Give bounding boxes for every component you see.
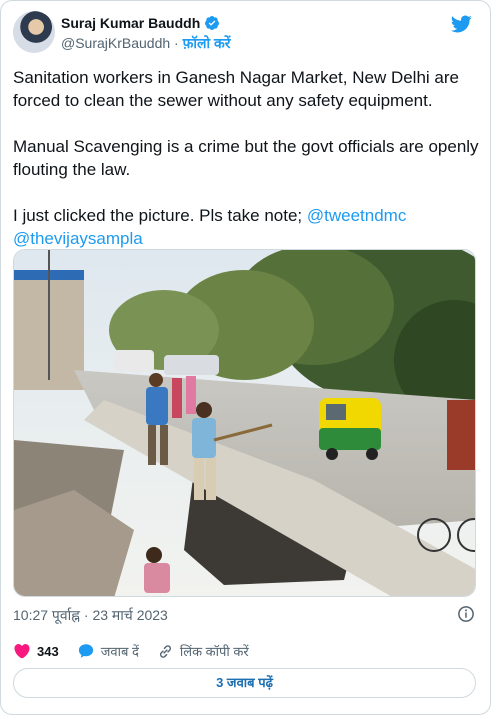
copy-link-button[interactable]: लिंक कॉपी करें [157, 642, 249, 660]
tweet-paragraph-1: Sanitation workers in Ganesh Nagar Marke… [13, 68, 464, 110]
follow-button[interactable]: फ़ॉलो करें [183, 35, 231, 51]
info-icon[interactable] [457, 605, 475, 628]
like-count: 343 [37, 643, 59, 659]
street-photo-illustration [14, 250, 475, 596]
action-bar: 343 जवाब दें लिंक कॉपी करें [13, 640, 267, 662]
tweet-header: Suraj Kumar Bauddh @SurajKrBauddh · फ़ॉल… [13, 11, 478, 55]
tweet-timestamp[interactable]: 10:27 पूर्वाह्न · 23 मार्च 2023 [13, 605, 168, 625]
author-name[interactable]: Suraj Kumar Bauddh [61, 14, 200, 32]
reply-button[interactable]: जवाब दें [77, 642, 139, 660]
tweet-paragraph-3: I just clicked the picture. Pls take not… [13, 206, 307, 225]
mention-thevijaysampla[interactable]: @thevijaysampla [13, 229, 143, 248]
handle-row: @SurajKrBauddh · फ़ॉलो करें [61, 33, 231, 53]
read-replies-button[interactable]: 3 जवाब पढ़ें [13, 668, 476, 698]
mention-tweetndmc[interactable]: @tweetndmc [307, 206, 406, 225]
handle-separator: · [170, 35, 183, 51]
like-button[interactable]: 343 [13, 642, 59, 660]
avatar[interactable] [13, 11, 55, 53]
tweet-paragraph-2: Manual Scavenging is a crime but the gov… [13, 137, 484, 179]
reply-bubble-icon [78, 644, 93, 658]
tweet-date: 23 मार्च 2023 [92, 607, 168, 623]
timestamp-separator: · [80, 607, 93, 623]
author-block: Suraj Kumar Bauddh @SurajKrBauddh · फ़ॉल… [61, 14, 231, 53]
tweet-card: Suraj Kumar Bauddh @SurajKrBauddh · फ़ॉल… [0, 0, 491, 715]
twitter-bird-icon[interactable] [450, 13, 472, 40]
author-name-row: Suraj Kumar Bauddh [61, 14, 231, 32]
tweet-photo[interactable] [13, 249, 476, 597]
heart-icon [14, 644, 30, 659]
copy-link-label: लिंक कॉपी करें [179, 644, 249, 659]
tweet-text: Sanitation workers in Ganesh Nagar Marke… [13, 66, 481, 250]
verified-badge-icon [204, 15, 220, 31]
reply-label: जवाब दें [100, 644, 139, 659]
author-handle[interactable]: @SurajKrBauddh [61, 35, 170, 51]
tweet-time: 10:27 पूर्वाह्न [13, 607, 80, 623]
link-icon [159, 644, 171, 658]
